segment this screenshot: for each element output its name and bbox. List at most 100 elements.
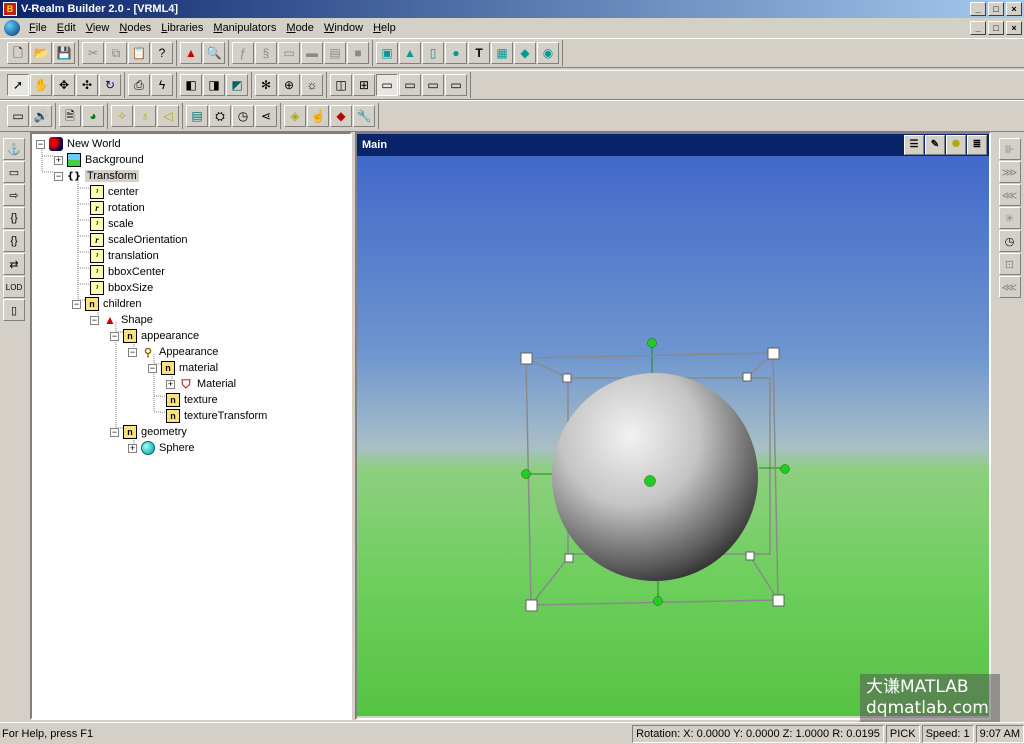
viewport-edit-icon[interactable]: ✎ <box>925 135 945 155</box>
text-icon[interactable]: T <box>468 42 490 64</box>
tree-row-texture-transform[interactable]: n textureTransform <box>166 408 267 424</box>
tree-row-bbox-size[interactable]: ¹ bboxSize <box>90 280 153 296</box>
sensor4-icon[interactable]: ✳ <box>998 207 1021 229</box>
view3-icon[interactable]: ◩ <box>226 74 248 96</box>
billboard-icon[interactable]: ▭ <box>3 161 25 183</box>
viewport-light-icon[interactable]: ✺ <box>946 135 966 155</box>
menu-manipulators[interactable]: Manipulators <box>208 22 281 34</box>
minimize-button[interactable]: _ <box>970 2 986 16</box>
menu-help[interactable]: Help <box>368 22 401 34</box>
group-icon[interactable]: ▤ <box>324 42 346 64</box>
cylinder-icon[interactable]: ▯ <box>422 42 444 64</box>
globe-icon[interactable]: ⊕ <box>278 74 300 96</box>
layout6-icon[interactable]: ▭ <box>445 74 467 96</box>
doc-restore-button[interactable]: □ <box>988 21 1004 35</box>
tree-row-center[interactable]: ¹ center <box>90 184 139 200</box>
group-node-icon[interactable]: {} <box>3 207 25 229</box>
find-icon[interactable]: 🔍 <box>203 42 225 64</box>
switch-node-icon[interactable]: ⇄ <box>3 253 25 275</box>
maximize-button[interactable]: □ <box>988 2 1004 16</box>
sphere-object[interactable] <box>552 373 758 581</box>
tree-row-geometry[interactable]: − n geometry <box>110 424 187 440</box>
cone-icon[interactable]: ▲ <box>399 42 421 64</box>
pointlight-icon[interactable]: ✧ <box>111 105 133 127</box>
3d-scene-canvas[interactable] <box>357 156 989 716</box>
new-icon[interactable]: 🗋 <box>7 42 29 64</box>
layout3-icon[interactable]: ▭ <box>376 74 398 96</box>
sensor3-icon[interactable]: ⋘ <box>998 184 1021 206</box>
anchor-icon[interactable]: ⚓ <box>3 138 25 160</box>
light-icon[interactable]: ☼ <box>301 74 323 96</box>
collapse-expander[interactable]: − <box>128 347 137 357</box>
save-icon[interactable]: 💾 <box>53 42 75 64</box>
lightning-icon[interactable]: ϟ <box>151 74 173 96</box>
expand-expander[interactable]: + <box>166 379 175 389</box>
tree-row-background[interactable]: + Background <box>54 152 144 168</box>
sphere-icon[interactable]: ● <box>445 42 467 64</box>
close-button[interactable]: × <box>1006 2 1022 16</box>
menu-nodes[interactable]: Nodes <box>114 22 156 34</box>
world-icon[interactable]: ◉ <box>537 42 559 64</box>
collapse-expander[interactable]: − <box>72 299 81 309</box>
tree-row-appearance-field[interactable]: − n appearance <box>110 328 199 344</box>
background-icon[interactable]: ▤ <box>186 105 208 127</box>
menu-edit[interactable]: Edit <box>52 22 81 34</box>
collision-icon[interactable]: ⋖ <box>255 105 277 127</box>
world-info-icon[interactable]: ◕ <box>82 105 104 127</box>
select-pointer-icon[interactable]: ➚ <box>7 74 29 96</box>
rotate-icon[interactable]: ↻ <box>99 74 121 96</box>
spotlight-icon[interactable]: ◁ <box>157 105 179 127</box>
script-icon[interactable]: § <box>255 42 277 64</box>
bulb-icon[interactable]: ♁ <box>134 105 156 127</box>
tree-row-material-node[interactable]: + ⛉ Material <box>166 376 236 392</box>
viewpoint-icon[interactable]: ⛭ <box>209 105 231 127</box>
touch-icon[interactable]: ☝ <box>307 105 329 127</box>
layout5-icon[interactable]: ▭ <box>422 74 444 96</box>
help-icon[interactable]: ? <box>151 42 173 64</box>
sensor7-icon[interactable]: ⋘ <box>998 276 1021 298</box>
plane-sensor-icon[interactable]: 🔧 <box>353 105 375 127</box>
layout2-icon[interactable]: ⊞ <box>353 74 375 96</box>
expand-expander[interactable]: + <box>54 155 63 165</box>
view2-icon[interactable]: ◨ <box>203 74 225 96</box>
menu-window[interactable]: Window <box>319 22 368 34</box>
inline-node-icon[interactable]: ▯ <box>3 299 25 321</box>
sensor6-icon[interactable]: ⊡ <box>998 253 1021 275</box>
app-logo-icon[interactable]: B <box>3 2 17 16</box>
tree-row-new-world[interactable]: − New World <box>36 136 121 152</box>
layout4-icon[interactable]: ▭ <box>399 74 421 96</box>
document-globe-icon[interactable] <box>4 20 20 36</box>
snap-icon[interactable]: ✻ <box>255 74 277 96</box>
expand-expander[interactable]: + <box>128 443 137 453</box>
tree-row-bbox-center[interactable]: ¹ bboxCenter <box>90 264 165 280</box>
doc-minimize-button[interactable]: _ <box>970 21 986 35</box>
scene-tree-panel[interactable]: − New World + Background − {} Transform … <box>30 132 352 720</box>
tree-row-appearance-node[interactable]: − ⚲ Appearance <box>128 344 218 360</box>
paste-icon[interactable]: 📋 <box>128 42 150 64</box>
collapse-expander[interactable]: − <box>54 171 63 181</box>
viewport-layers-icon[interactable]: ☰ <box>904 135 924 155</box>
proximity-icon[interactable]: ◈ <box>284 105 306 127</box>
sensor2-icon[interactable]: ⋙ <box>998 161 1021 183</box>
collapse-expander[interactable]: − <box>90 315 99 325</box>
menu-mode[interactable]: Mode <box>281 22 319 34</box>
time-sensor-icon[interactable]: ◷ <box>998 230 1021 252</box>
lod-node-icon[interactable]: LOD <box>3 276 25 298</box>
fields-icon[interactable]: ƒ <box>232 42 254 64</box>
add-node-icon[interactable]: ▲ <box>180 42 202 64</box>
layout1-icon[interactable]: ◫ <box>330 74 352 96</box>
collapse-expander[interactable]: − <box>110 427 119 437</box>
move-icon[interactable]: ✥ <box>53 74 75 96</box>
tree-row-material-field[interactable]: − n material <box>148 360 218 376</box>
timer-icon[interactable]: ◷ <box>232 105 254 127</box>
doc-close-button[interactable]: × <box>1006 21 1022 35</box>
menu-view[interactable]: View <box>81 22 115 34</box>
navigate-icon[interactable]: ⎙ <box>128 74 150 96</box>
tree-row-shape[interactable]: − ▲ Shape <box>90 312 153 328</box>
tree-row-scale-orientation[interactable]: r scaleOrientation <box>90 232 188 248</box>
cylinder-sensor-icon[interactable]: ◆ <box>330 105 352 127</box>
copy-icon[interactable]: ⧉ <box>105 42 127 64</box>
pan-icon[interactable]: ✣ <box>76 74 98 96</box>
cut-icon[interactable]: ✂ <box>82 42 104 64</box>
collapse-expander[interactable]: − <box>148 363 157 373</box>
